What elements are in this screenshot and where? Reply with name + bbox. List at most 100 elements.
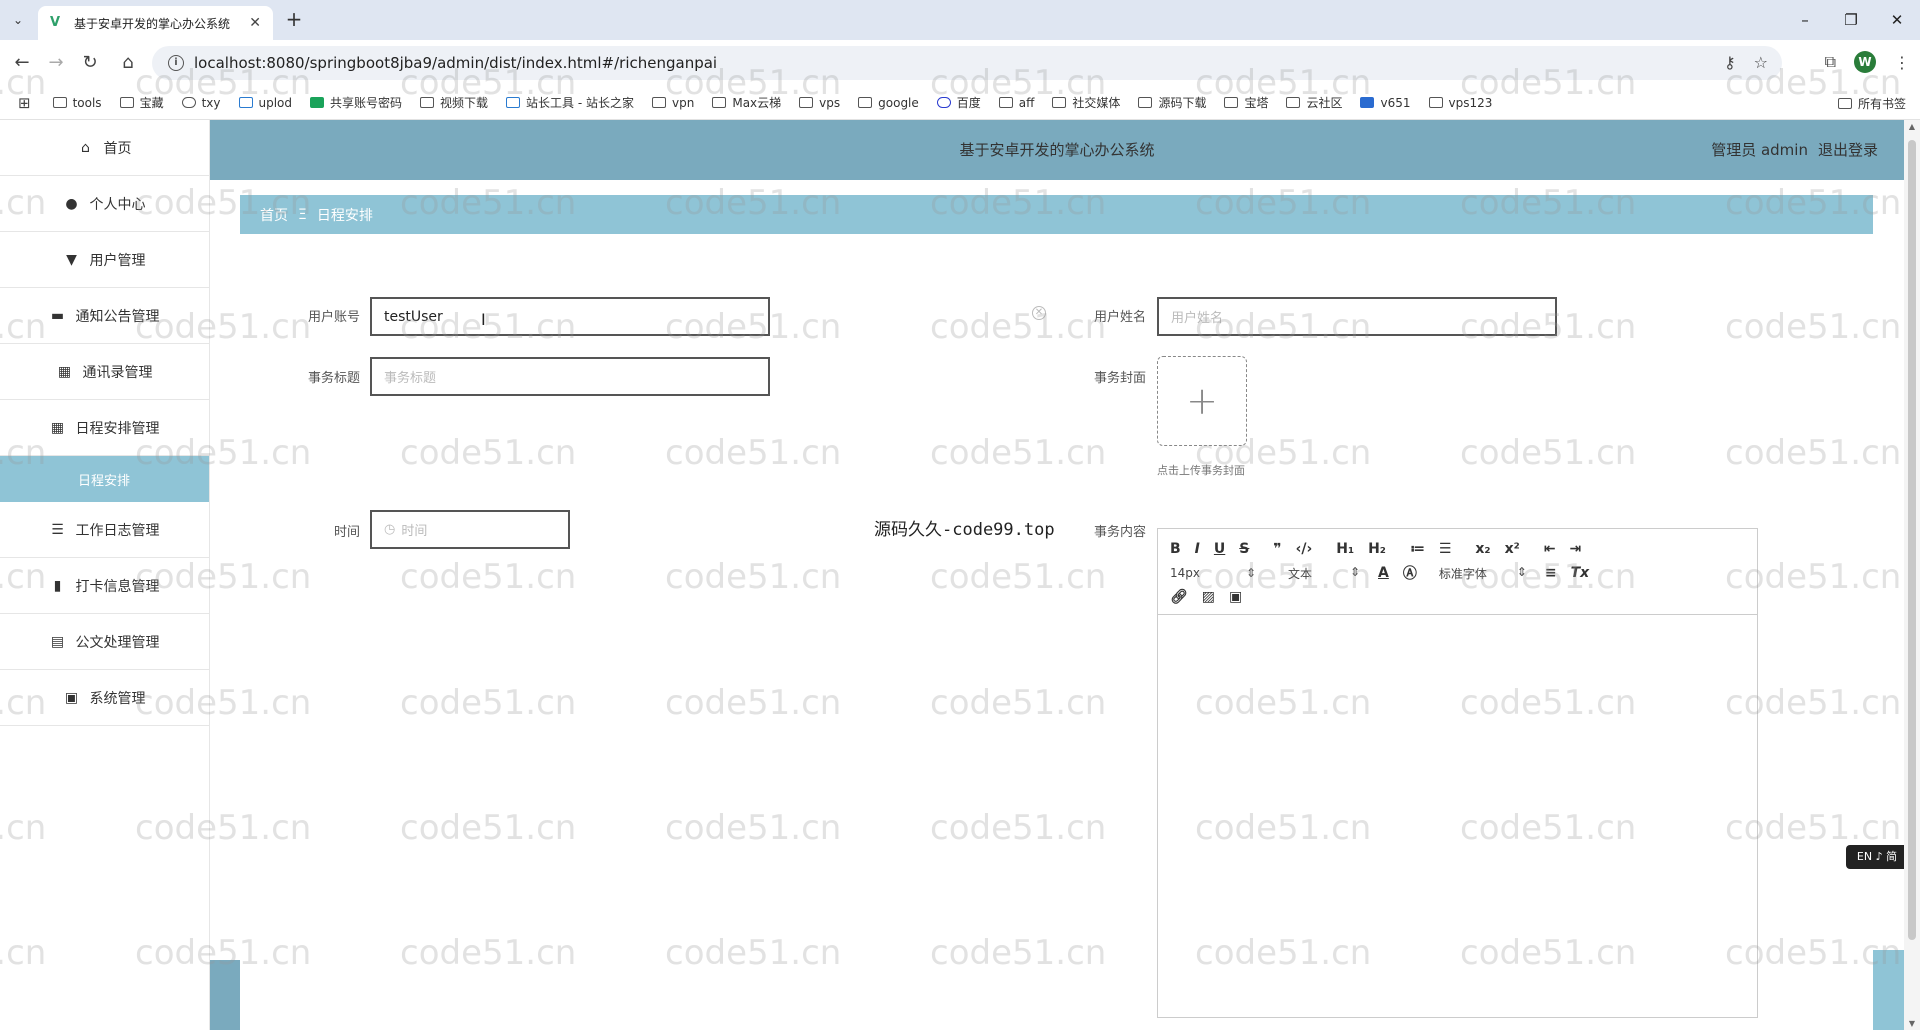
sliders-icon: ☰ [51,521,64,538]
v651-icon [1360,97,1375,108]
scroll-down-icon[interactable]: ▼ [1904,1019,1920,1028]
logout-link[interactable]: 退出登录 [1818,120,1878,180]
bookmark-label: v651 [1380,95,1411,110]
bookmark-item[interactable]: 站长工具 - 站长之家 [506,94,634,111]
bookmark-label: Max云梯 [732,96,782,110]
sidebar-item-schedule-manage[interactable]: ▦ 日程安排管理 [0,400,209,456]
bookmark-item[interactable]: txy [181,96,221,110]
outdent-icon[interactable]: ⇤ [1544,541,1556,557]
sidebar-item-checkin[interactable]: ▮ 打卡信息管理 [0,558,209,614]
clear-format-icon[interactable]: Tx [1571,565,1590,581]
scroll-up-icon[interactable]: ▲ [1904,122,1920,131]
sidebar-item-worklog[interactable]: ☰ 工作日志管理 [0,502,209,558]
extensions-icon[interactable]: ⧉ [1825,52,1836,72]
bookmark-item[interactable]: aff [998,96,1034,110]
bookmark-item[interactable]: 视频下载 [420,94,488,111]
bookmark-item[interactable]: uplod [238,95,293,110]
sidebar-item-notices[interactable]: ▬ 通知公告管理 [0,288,209,344]
breadcrumb-home[interactable]: 首页 [260,205,288,225]
time-input[interactable]: ◷ 时间 [370,510,570,549]
ime-indicator[interactable]: EN ♪ 简 [1846,845,1908,869]
bookmark-item[interactable]: 云社区 [1286,94,1342,111]
tab-close-icon[interactable]: ✕ [249,15,261,31]
scroll-thumb[interactable] [1908,140,1916,940]
italic-icon[interactable]: I [1195,541,1200,557]
minimize-icon[interactable]: – [1782,0,1828,40]
bookmark-item[interactable]: vps [799,96,840,110]
tab-search-chevron-icon[interactable]: ⌄ [8,10,28,30]
home-browser-icon[interactable]: ⌂ [116,51,140,75]
background-color-icon[interactable]: Ⓐ [1403,563,1417,583]
blockquote-icon[interactable]: ❞ [1273,541,1281,557]
block-type-select[interactable]: 文本 ⇕ [1274,565,1360,582]
window-controls: – ❐ ✕ [1782,0,1920,40]
underline-icon[interactable]: U [1214,541,1225,557]
strike-icon[interactable]: S [1239,541,1249,557]
sidebar-item-system[interactable]: ▣ 系统管理 [0,670,209,726]
font-family-select[interactable]: 标准字体 ⇕ [1431,565,1527,582]
header2-icon[interactable]: H₂ [1368,541,1386,557]
editor-content-area[interactable] [1158,615,1757,1017]
site-info-icon[interactable]: i [168,55,184,71]
cover-upload-button[interactable]: + [1157,356,1247,446]
account-input[interactable]: testUser [370,297,770,336]
bookmark-item[interactable]: 源码下载 [1138,94,1206,111]
bookmark-item[interactable]: tools [52,96,102,110]
bookmark-item[interactable]: 宝藏 [119,94,164,111]
bookmark-item[interactable]: 宝塔 [1224,94,1268,111]
ordered-list-icon[interactable]: ≔ [1410,541,1425,557]
superscript-icon[interactable]: x² [1505,541,1520,557]
subscript-icon[interactable]: x₂ [1475,541,1490,557]
apps-grid-icon[interactable]: ⊞ [18,94,31,112]
bookmark-item[interactable]: 百度 [936,94,981,111]
sidebar-item-documents[interactable]: ▤ 公文处理管理 [0,614,209,670]
image-icon[interactable]: ▨ [1202,589,1215,605]
restore-icon[interactable]: ❐ [1828,0,1874,40]
bookmark-item[interactable]: 社交媒体 [1052,94,1120,111]
back-icon[interactable]: ← [10,51,34,75]
sidebar-subitem-schedule[interactable]: 日程安排 [0,456,209,502]
bookmark-item[interactable]: 共享账号密码 [310,94,402,111]
folder-icon [1224,97,1239,108]
current-user: 管理员 admin [1711,141,1808,159]
address-bar[interactable]: i localhost:8080/springboot8jba9/admin/d… [152,46,1782,80]
bookmark-star-icon[interactable]: ☆ [1754,53,1768,72]
bullet-list-icon[interactable]: ☰ [1439,541,1452,557]
browser-tab[interactable]: V 基于安卓开发的掌心办公系统 ✕ [38,6,273,40]
bookmark-item[interactable]: vpn [652,96,694,110]
close-window-icon[interactable]: ✕ [1874,0,1920,40]
header1-icon[interactable]: H₁ [1336,541,1354,557]
all-bookmarks[interactable]: 所有书签 [1837,95,1906,112]
new-tab-button[interactable]: + [282,8,306,32]
indent-icon[interactable]: ⇥ [1569,541,1581,557]
bookmark-label: 社交媒体 [1072,96,1121,110]
title-input[interactable]: 事务标题 [370,357,770,396]
profile-avatar[interactable]: W [1854,51,1876,73]
link-icon[interactable]: 🔗︎ [1170,589,1188,605]
sidebar-item-home[interactable]: ⌂ 首页 [0,120,209,176]
page-scrollbar[interactable]: ▲ ▼ [1904,120,1920,1030]
reload-icon[interactable]: ↻ [78,51,102,75]
name-input[interactable]: 用户姓名 [1157,297,1557,336]
bookmark-item[interactable]: vps123 [1428,96,1492,110]
cover-upload-hint: 点击上传事务封面 [1157,464,1245,477]
bookmark-item[interactable]: v651 [1360,95,1411,110]
browser-menu-icon[interactable]: ⋮ [1894,53,1910,72]
bookmark-label: uplod [258,95,293,110]
video-icon[interactable]: ▣ [1229,589,1242,605]
font-size-select[interactable]: 14px ⇕ [1170,566,1256,580]
font-color-icon[interactable]: A [1378,565,1389,581]
bold-icon[interactable]: B [1170,541,1181,557]
bookmark-item[interactable]: google [858,96,919,110]
align-icon[interactable]: ≡ [1545,565,1557,581]
bookmark-item[interactable]: Max云梯 [712,94,781,111]
forward-icon[interactable]: → [44,51,68,75]
password-key-icon[interactable]: ⚷ [1724,53,1736,72]
folder-icon [52,97,67,108]
sidebar-item-contacts[interactable]: ▦ 通讯录管理 [0,344,209,400]
sidebar-item-profile[interactable]: ● 个人中心 [0,176,209,232]
editor-toolbar: B I U S ❞ ‹/› H₁ H₂ ≔ ☰ x₂ x² ⇤ ⇥ 14px ⇕ … [1158,529,1757,615]
sidebar-item-users[interactable]: ▼ 用户管理 [0,232,209,288]
code-block-icon[interactable]: ‹/› [1296,541,1313,557]
clear-input-icon[interactable]: ✕ [1032,306,1046,320]
